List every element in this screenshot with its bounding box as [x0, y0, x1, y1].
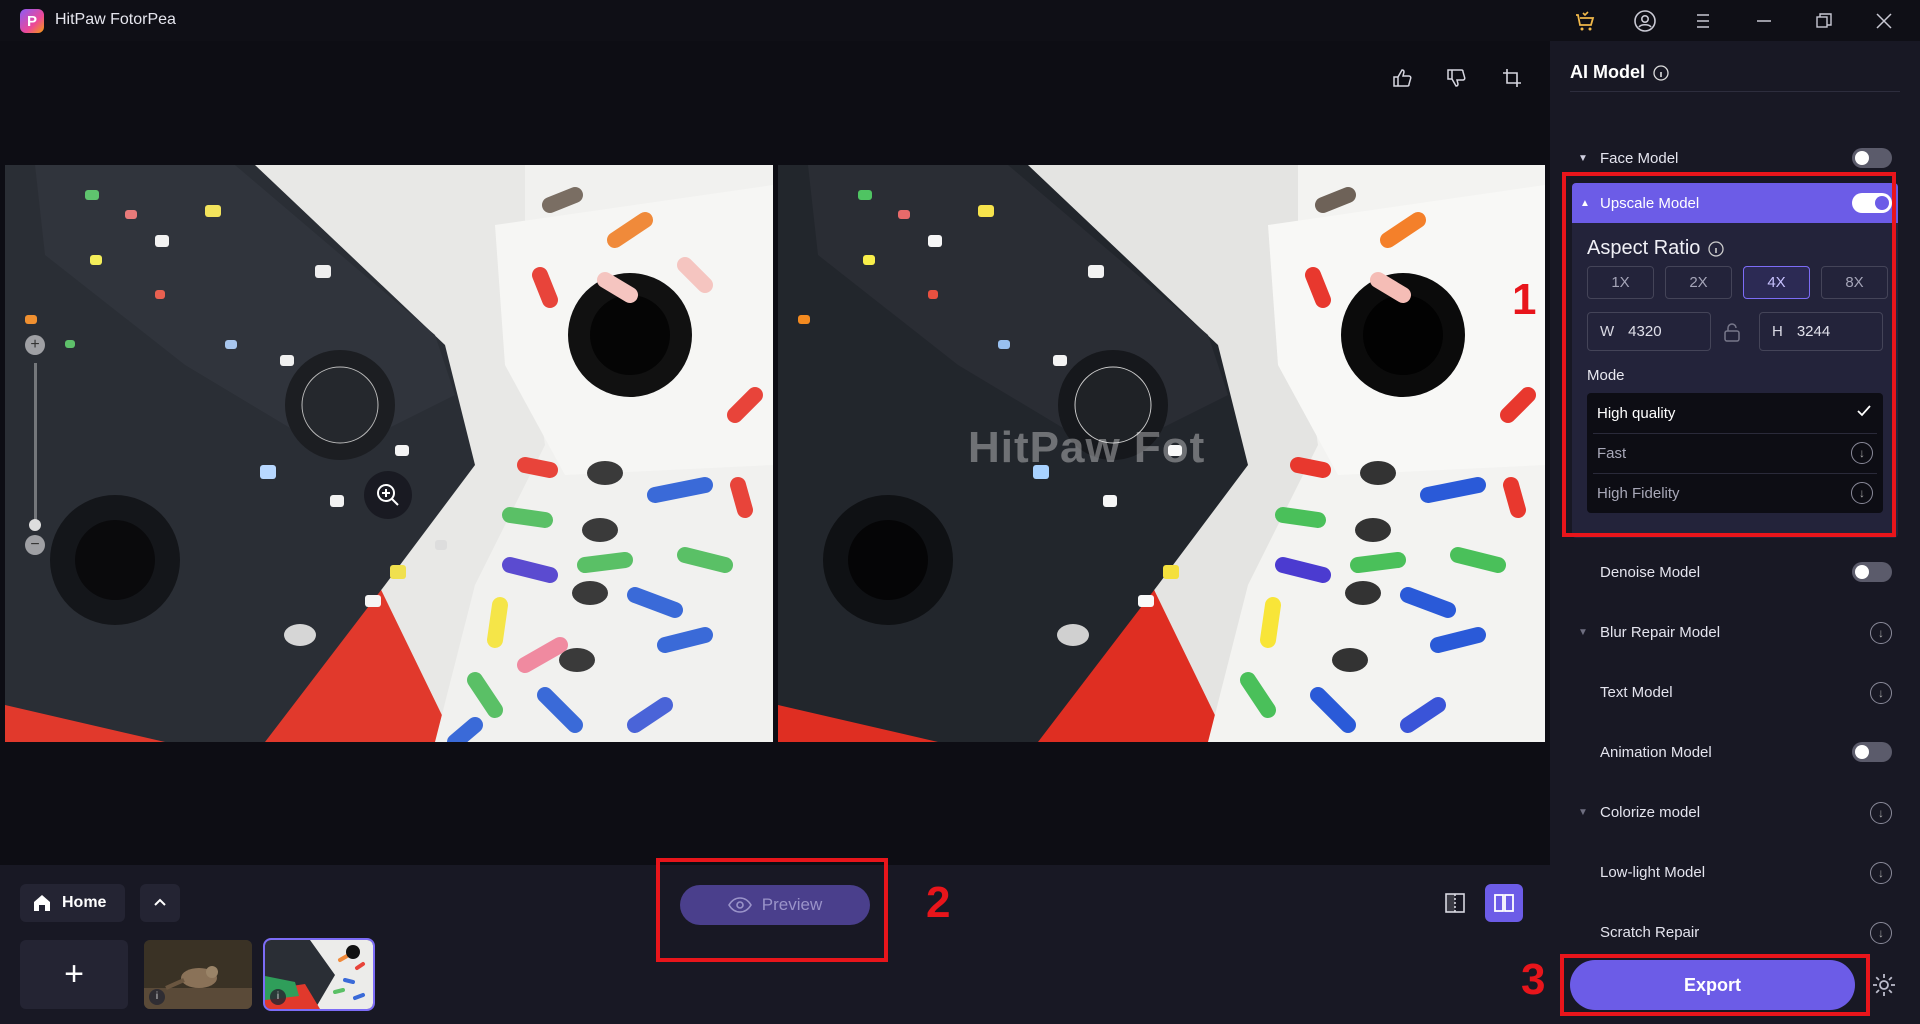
gear-icon[interactable] [1870, 971, 1898, 999]
thumbnail-info-icon: i [270, 989, 286, 1005]
model-row-colorize[interactable]: ▼ Colorize model ↓ [1570, 792, 1900, 832]
model-name: Scratch Repair [1600, 923, 1700, 941]
animation-model-toggle[interactable] [1852, 742, 1892, 762]
annotation-box-2 [656, 858, 888, 962]
app-title: HitPaw FotorPea [55, 11, 176, 28]
image-canvas: HitPaw Fot + − [0, 41, 1550, 865]
caret-down-icon[interactable]: ▼ [1570, 807, 1596, 818]
thumbnail-info-icon: i [149, 989, 165, 1005]
collapse-button[interactable] [140, 884, 180, 922]
model-row-animation[interactable]: Animation Model [1570, 732, 1900, 772]
model-row-blur-repair[interactable]: ▼ Blur Repair Model ↓ [1570, 612, 1900, 652]
face-model-toggle[interactable] [1852, 148, 1892, 168]
annotation-box-1 [1562, 172, 1896, 537]
split-view-icon[interactable] [1436, 884, 1474, 922]
model-row-scratch-repair[interactable]: Scratch Repair ↓ [1570, 912, 1900, 952]
zoom-handle[interactable] [29, 519, 41, 531]
home-icon [34, 895, 50, 911]
magnifier-icon[interactable] [364, 471, 412, 519]
menu-icon[interactable] [1690, 8, 1716, 34]
model-row-low-light[interactable]: Low-light Model ↓ [1570, 852, 1900, 892]
panel-title-label: AI Model [1570, 62, 1645, 82]
account-icon[interactable] [1632, 8, 1658, 34]
add-image-button[interactable]: + [20, 940, 128, 1009]
annotation-number-2: 2 [926, 878, 951, 927]
watermark: HitPaw Fot [968, 423, 1206, 472]
caret-down-icon[interactable]: ▼ [1570, 153, 1596, 164]
app-logo-icon: P [20, 9, 44, 33]
minimize-icon[interactable] [1751, 8, 1777, 34]
download-icon[interactable]: ↓ [1870, 922, 1892, 944]
model-name: Colorize model [1600, 803, 1701, 821]
model-name: Blur Repair Model [1600, 623, 1721, 641]
model-name: Text Model [1600, 683, 1673, 701]
download-icon[interactable]: ↓ [1870, 682, 1892, 704]
cart-icon[interactable] [1572, 8, 1598, 34]
thumbs-down-icon[interactable] [1441, 63, 1471, 93]
home-button[interactable]: Home [20, 884, 125, 922]
original-image[interactable] [5, 165, 773, 742]
model-name: Denoise Model [1600, 563, 1701, 581]
thumbnail-bird[interactable]: i [144, 940, 252, 1009]
info-icon[interactable] [1653, 64, 1669, 81]
zoom-track[interactable] [34, 363, 37, 523]
model-row-denoise[interactable]: Denoise Model [1570, 552, 1900, 592]
thumbnail-watch-bands[interactable]: i [263, 938, 375, 1011]
thumbs-up-icon[interactable] [1387, 63, 1417, 93]
model-row-text[interactable]: Text Model ↓ [1570, 672, 1900, 712]
download-icon[interactable]: ↓ [1870, 802, 1892, 824]
close-icon[interactable] [1871, 8, 1897, 34]
model-name: Face Model [1600, 149, 1679, 167]
restore-icon[interactable] [1811, 8, 1837, 34]
download-icon[interactable]: ↓ [1870, 622, 1892, 644]
annotation-number-3: 3 [1521, 955, 1546, 1004]
panel-title: AI Model [1570, 62, 1669, 83]
panel-divider [1570, 91, 1900, 92]
download-icon[interactable]: ↓ [1870, 862, 1892, 884]
enhanced-image[interactable]: HitPaw Fot [778, 165, 1545, 742]
home-label: Home [62, 894, 107, 911]
annotation-box-3 [1560, 954, 1870, 1016]
zoom-slider[interactable]: + − [24, 335, 48, 575]
title-bar: P HitPaw FotorPea [0, 0, 1920, 41]
model-name: Animation Model [1600, 743, 1712, 761]
zoom-in-icon[interactable]: + [25, 335, 45, 355]
chevron-up-icon [154, 898, 166, 906]
caret-down-icon[interactable]: ▼ [1570, 627, 1596, 638]
zoom-out-icon[interactable]: − [25, 535, 45, 555]
denoise-model-toggle[interactable] [1852, 562, 1892, 582]
model-name: Low-light Model [1600, 863, 1706, 881]
app-logo-letter: P [26, 12, 37, 30]
annotation-number-1: 1 [1512, 275, 1537, 324]
side-by-side-icon[interactable] [1485, 884, 1523, 922]
crop-icon[interactable] [1497, 63, 1527, 93]
